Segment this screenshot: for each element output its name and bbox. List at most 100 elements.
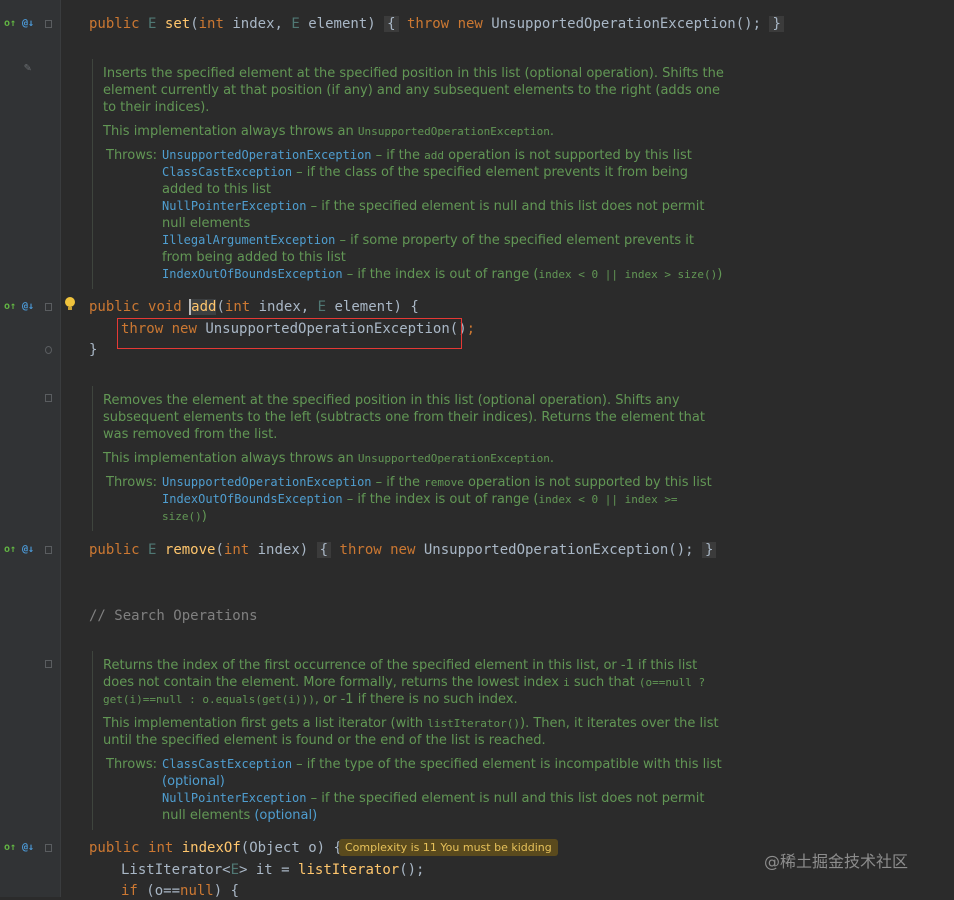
folded-brace[interactable]: } bbox=[702, 542, 717, 558]
optional-link[interactable]: (optional) bbox=[162, 774, 225, 789]
throws-item: NullPointerException – if the specified … bbox=[162, 790, 724, 824]
doc-text: – if the index is out of range ( bbox=[342, 267, 539, 282]
doc-text: . bbox=[549, 124, 555, 139]
throws-item: UnsupportedOperationException – if the a… bbox=[162, 147, 724, 164]
code-line-set[interactable]: public E set(int index, E element) { thr… bbox=[89, 15, 784, 33]
method-name: add bbox=[191, 299, 217, 315]
fold-icon[interactable] bbox=[45, 660, 52, 668]
throws-item: IndexOutOfBoundsException – if the index… bbox=[162, 491, 724, 525]
folded-brace[interactable]: } bbox=[769, 16, 784, 32]
method-name: remove bbox=[164, 542, 216, 558]
exception-call: UnsupportedOperationException(); bbox=[423, 542, 694, 558]
doc-text: operation is not supported by this list bbox=[443, 148, 692, 163]
code-line-add-close[interactable]: } bbox=[89, 341, 97, 359]
method-name: indexOf bbox=[181, 840, 241, 856]
code-line-indexof-signature[interactable]: public int indexOf(Object o) { bbox=[89, 839, 342, 857]
exception-link[interactable]: IndexOutOfBoundsException bbox=[162, 492, 343, 506]
code-text: (); bbox=[399, 862, 425, 878]
params: (Object o) { bbox=[240, 840, 342, 856]
code-comment-search[interactable]: // Search Operations bbox=[89, 607, 258, 625]
override-gutter-icon[interactable]: o↑ bbox=[4, 301, 16, 313]
navigate-gutter-icon[interactable]: @↓ bbox=[22, 18, 34, 30]
exception-link[interactable]: NullPointerException bbox=[162, 199, 307, 213]
doc-text: such that bbox=[569, 675, 639, 690]
exception-link[interactable]: ClassCastException bbox=[162, 757, 292, 771]
type-param: E bbox=[291, 16, 300, 32]
javadoc-add: Inserts the specified element at the spe… bbox=[92, 59, 724, 289]
keyword: public bbox=[89, 299, 140, 315]
keyword: throw bbox=[406, 16, 450, 32]
keyword: int bbox=[198, 16, 224, 32]
params: index, bbox=[250, 299, 318, 315]
doc-text: – if the index is out of range ( bbox=[342, 492, 539, 507]
throws-section: Throws: ClassCastException – if the type… bbox=[103, 756, 724, 824]
type-param: E bbox=[317, 299, 327, 315]
highlight-box bbox=[117, 318, 462, 349]
keyword: throw bbox=[339, 542, 382, 558]
punct: ( bbox=[190, 16, 199, 32]
fold-end-icon[interactable] bbox=[45, 346, 52, 354]
throws-item: IllegalArgumentException – if some prope… bbox=[162, 232, 724, 266]
throws-label: Throws: bbox=[106, 148, 157, 163]
exception-link[interactable]: NullPointerException bbox=[162, 791, 307, 805]
complexity-badge[interactable]: Complexity is 11 You must be kidding bbox=[339, 839, 558, 856]
doc-paragraph: This implementation first gets a list it… bbox=[103, 715, 724, 749]
doc-text: This implementation always throws an bbox=[103, 124, 358, 139]
throws-section: Throws: UnsupportedOperationException – … bbox=[103, 147, 724, 283]
doc-code: add bbox=[424, 149, 444, 162]
doc-text: – if the type of the specified element i… bbox=[292, 757, 722, 772]
keyword: new bbox=[457, 16, 483, 32]
fold-icon[interactable] bbox=[45, 394, 52, 402]
doc-paragraph: Returns the index of the first occurrenc… bbox=[103, 657, 724, 708]
fold-icon[interactable] bbox=[45, 303, 52, 311]
fold-icon[interactable] bbox=[45, 20, 52, 28]
doc-paragraph: This implementation always throws an Uns… bbox=[103, 123, 724, 140]
doc-text: This implementation always throws an bbox=[103, 451, 358, 466]
throws-item: ClassCastException – if the type of the … bbox=[162, 756, 724, 790]
override-gutter-icon[interactable]: o↑ bbox=[4, 842, 16, 854]
keyword: int bbox=[148, 840, 174, 856]
method-call: listIterator bbox=[298, 862, 400, 878]
keyword: public bbox=[89, 16, 140, 32]
params: element) bbox=[299, 16, 376, 32]
fold-icon[interactable] bbox=[45, 546, 52, 554]
edit-doc-pencil-icon[interactable]: ✎ bbox=[24, 60, 31, 74]
exception-link[interactable]: ClassCastException bbox=[162, 165, 292, 179]
javadoc-remove: Removes the element at the specified pos… bbox=[92, 386, 724, 531]
folded-brace[interactable]: { bbox=[384, 16, 399, 32]
code-text: ListIterator< bbox=[121, 862, 231, 878]
exception-call: UnsupportedOperationException(); bbox=[491, 16, 762, 32]
punct: ( bbox=[216, 299, 225, 315]
throws-item: ClassCastException – if the class of the… bbox=[162, 164, 724, 198]
override-gutter-icon[interactable]: o↑ bbox=[4, 544, 16, 556]
exception-link[interactable]: UnsupportedOperationException bbox=[162, 475, 372, 489]
doc-text: . bbox=[549, 451, 555, 466]
code-line-indexof-if[interactable]: if (o==null) { bbox=[89, 882, 239, 900]
exception-link[interactable]: UnsupportedOperationException bbox=[162, 148, 372, 162]
throws-label: Throws: bbox=[106, 475, 157, 490]
code-line-add-signature[interactable]: public void add(int index, E element) { bbox=[89, 298, 419, 316]
doc-code: i bbox=[563, 676, 570, 689]
params: element) { bbox=[326, 299, 419, 315]
code-line-remove[interactable]: public E remove(int index) { throw new U… bbox=[89, 541, 717, 559]
navigate-gutter-icon[interactable]: @↓ bbox=[22, 842, 34, 854]
doc-code: UnsupportedOperationException bbox=[357, 452, 550, 465]
navigate-gutter-icon[interactable]: @↓ bbox=[22, 544, 34, 556]
type-param: E bbox=[148, 542, 157, 558]
method-name: set bbox=[164, 16, 191, 32]
optional-link[interactable]: (optional) bbox=[254, 808, 317, 823]
folded-brace[interactable]: { bbox=[316, 542, 332, 558]
exception-link[interactable]: IllegalArgumentException bbox=[162, 233, 335, 247]
code-line-indexof-iterator[interactable]: ListIterator<E> it = listIterator(); bbox=[89, 861, 424, 879]
lightbulb-icon[interactable] bbox=[65, 297, 75, 310]
throws-item: IndexOutOfBoundsException – if the index… bbox=[162, 266, 724, 283]
doc-paragraph: This implementation always throws an Uns… bbox=[103, 450, 724, 467]
exception-link[interactable]: IndexOutOfBoundsException bbox=[162, 267, 343, 281]
fold-icon[interactable] bbox=[45, 844, 52, 852]
navigate-gutter-icon[interactable]: @↓ bbox=[22, 301, 34, 313]
doc-code: UnsupportedOperationException bbox=[357, 125, 550, 138]
override-gutter-icon[interactable]: o↑ bbox=[4, 18, 16, 30]
doc-text: This implementation first gets a list it… bbox=[103, 716, 428, 731]
doc-paragraph: Inserts the specified element at the spe… bbox=[103, 66, 724, 115]
keyword: int bbox=[223, 542, 250, 558]
